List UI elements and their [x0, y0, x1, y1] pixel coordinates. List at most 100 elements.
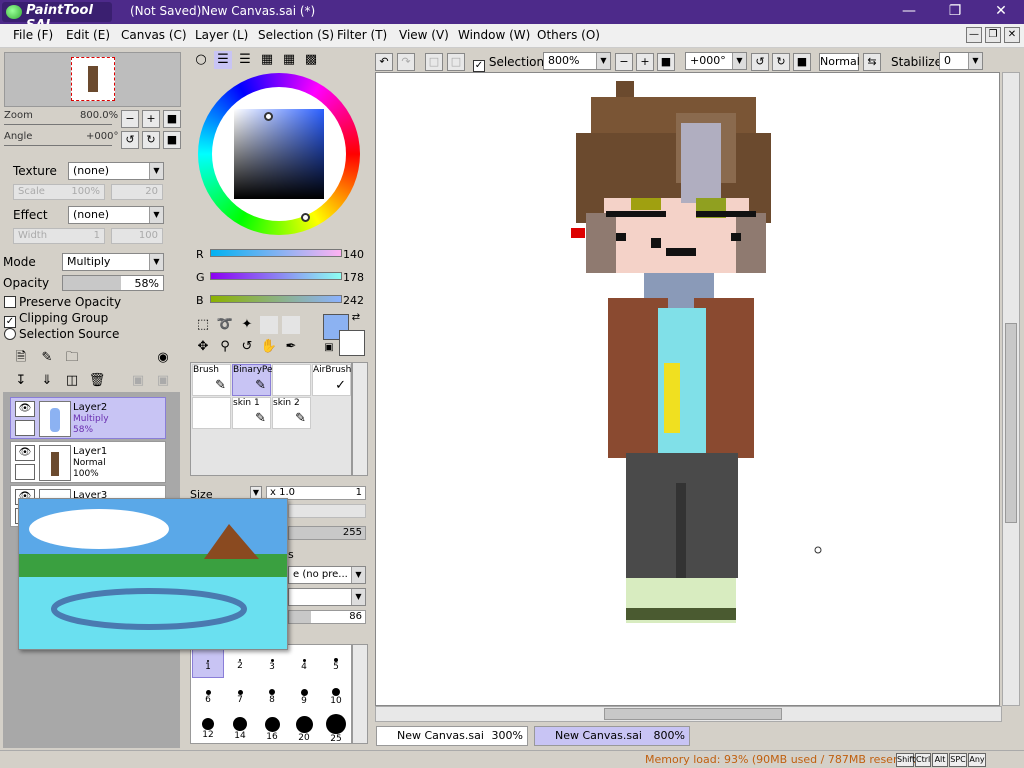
canvas-tab-active[interactable]: New Canvas.sai 800%	[534, 726, 690, 746]
size-grid-scrollbar[interactable]	[352, 644, 368, 744]
menu-layer[interactable]: Layer (L)	[195, 28, 248, 42]
brush-lock-icon[interactable]	[15, 420, 35, 436]
hsv-slider-tab-icon[interactable]: ☰	[236, 51, 254, 69]
saturation-value-square[interactable]	[234, 109, 324, 199]
transfer-down-icon[interactable]: ↧	[12, 372, 30, 390]
rotate-reset-button[interactable]: ■	[163, 131, 181, 149]
vertical-scroll-thumb[interactable]	[1005, 323, 1017, 523]
brush-size-cell[interactable]: 20	[288, 710, 320, 743]
secondary-color-swatch[interactable]	[339, 330, 365, 356]
horizontal-scrollbar[interactable]	[375, 706, 1002, 722]
rgb-slider-tab-icon[interactable]: ☰	[214, 51, 232, 69]
rotate-ccw-button[interactable]: ↺	[751, 53, 769, 71]
brush-size-cell[interactable]: 9	[288, 678, 320, 710]
mdi-close-button[interactable]: ✕	[1004, 27, 1020, 43]
color-wheel[interactable]	[198, 73, 360, 235]
menu-window[interactable]: Window (W)	[458, 28, 530, 42]
brush-size-cell[interactable]: 1	[192, 646, 224, 678]
undo-button[interactable]: ↶	[375, 53, 393, 71]
zoom-in-button[interactable]: +	[636, 53, 654, 71]
maximize-button[interactable]: ❐	[932, 0, 978, 24]
close-button[interactable]: ✕	[978, 0, 1024, 24]
empty-brush-cell[interactable]	[192, 397, 231, 429]
new-linework-layer-icon[interactable]: ✎	[38, 349, 56, 367]
layer-item[interactable]: 👁 Layer2 Multiply 58%	[10, 397, 166, 439]
brush-size-cell[interactable]: 4	[288, 646, 320, 678]
magic-wand-icon[interactable]: ✦	[238, 316, 256, 334]
rotate-icon[interactable]: ↺	[238, 338, 256, 356]
selection-source-checkbox[interactable]: Selection Source	[4, 327, 119, 341]
mdi-restore-button[interactable]: ❐	[985, 27, 1001, 43]
deselect-button[interactable]: □	[425, 53, 443, 71]
brush-size-cell[interactable]: 3	[256, 646, 288, 678]
eyedropper-icon[interactable]: ✒	[282, 338, 300, 356]
empty-brush-cell[interactable]	[272, 364, 311, 396]
brush-size-cell[interactable]: 6	[192, 678, 224, 710]
scratchpad-tab-icon[interactable]: ▦	[280, 51, 298, 69]
red-slider[interactable]	[210, 249, 342, 257]
delete-layer-icon[interactable]: 🗑	[88, 372, 106, 390]
canvas-tab[interactable]: New Canvas.sai 300%	[376, 726, 528, 746]
density-field[interactable]: 255	[288, 526, 366, 540]
hand-icon[interactable]: ✋	[260, 338, 278, 356]
blue-slider[interactable]	[210, 295, 342, 303]
layer-item[interactable]: 👁 Layer1 Normal 100%	[10, 441, 166, 483]
mixer-tab-icon[interactable]: ▩	[302, 51, 320, 69]
menu-canvas[interactable]: Canvas (C)	[121, 28, 187, 42]
texture-option-dropdown[interactable]: ▼	[288, 588, 366, 606]
brush-size-cell[interactable]: 10	[320, 678, 352, 710]
rect-select-icon[interactable]: ⬚	[194, 316, 212, 334]
menu-filter[interactable]: Filter (T)	[337, 28, 387, 42]
red-value[interactable]: 140	[343, 248, 364, 261]
drawing-canvas[interactable]	[375, 72, 1000, 706]
selection-checkbox[interactable]: ✓ Selection	[473, 55, 544, 72]
rotate-reset-button[interactable]: ■	[793, 53, 811, 71]
blue-value[interactable]: 242	[343, 294, 364, 307]
mdi-minimize-button[interactable]: —	[966, 27, 982, 43]
skin2-tool-cell[interactable]: skin 2 ✎	[272, 397, 311, 429]
new-folder-icon[interactable]: 🗀	[63, 349, 81, 367]
view-blend-mode[interactable]: Normal	[819, 53, 860, 71]
airbrush-tool-cell[interactable]: AirBrush ✓	[312, 364, 351, 396]
move-icon[interactable]: ✥	[194, 338, 212, 356]
brush-grid-scrollbar[interactable]	[352, 362, 368, 476]
binarypen-tool-cell[interactable]: BinaryPe ✎	[232, 364, 273, 396]
brush-size-cell[interactable]: 2	[224, 646, 256, 678]
brush-tool-cell[interactable]: Brush ✎	[192, 364, 231, 396]
invert-selection-button[interactable]: □	[447, 53, 465, 71]
swatches-tab-icon[interactable]: ▦	[258, 51, 276, 69]
opacity-slider[interactable]: 58%	[62, 275, 164, 291]
menu-selection[interactable]: Selection (S)	[258, 28, 334, 42]
skin1-tool-cell[interactable]: skin 1 ✎	[232, 397, 271, 429]
zoom-fit-button[interactable]: ■	[657, 53, 675, 71]
green-value[interactable]: 178	[343, 271, 364, 284]
angle-dropdown[interactable]: +000° ▼	[685, 52, 747, 70]
sv-picker-handle[interactable]	[264, 112, 273, 121]
preserve-opacity-checkbox[interactable]: Preserve Opacity	[4, 295, 121, 309]
texture-dropdown[interactable]: (none) ▼	[68, 162, 164, 180]
zoom-out-button[interactable]: −	[615, 53, 633, 71]
merge-down-icon[interactable]: ⇓	[38, 372, 56, 390]
menu-edit[interactable]: Edit (E)	[66, 28, 110, 42]
minimize-button[interactable]: —	[886, 0, 932, 24]
zoom-icon[interactable]: ⚲	[216, 338, 234, 356]
eye-icon[interactable]: 👁	[15, 445, 35, 461]
redo-button[interactable]: ↷	[397, 53, 415, 71]
menu-view[interactable]: View (V)	[399, 28, 449, 42]
vertical-scrollbar[interactable]	[1002, 72, 1020, 706]
navigator-viewport[interactable]	[71, 57, 115, 101]
brush-size-cell[interactable]: 7	[224, 678, 256, 710]
green-slider[interactable]	[210, 272, 342, 280]
effect-dropdown[interactable]: (none) ▼	[68, 206, 164, 224]
layer-mask-icon[interactable]: ◉	[154, 349, 172, 367]
angle-slider[interactable]	[4, 145, 112, 146]
clear-layer-icon[interactable]: ◫	[63, 372, 81, 390]
hue-picker-handle[interactable]	[301, 213, 310, 222]
horizontal-scroll-thumb[interactable]	[604, 708, 782, 720]
swap-colors-icon[interactable]: ⇄	[350, 312, 362, 324]
shape-dropdown[interactable]: e (no pre... ▼	[288, 566, 366, 584]
rotate-cw-button[interactable]: ↻	[772, 53, 790, 71]
navigator-preview[interactable]	[4, 52, 181, 107]
zoom-reset-button[interactable]: ■	[163, 110, 181, 128]
zoom-slider[interactable]	[4, 124, 112, 125]
